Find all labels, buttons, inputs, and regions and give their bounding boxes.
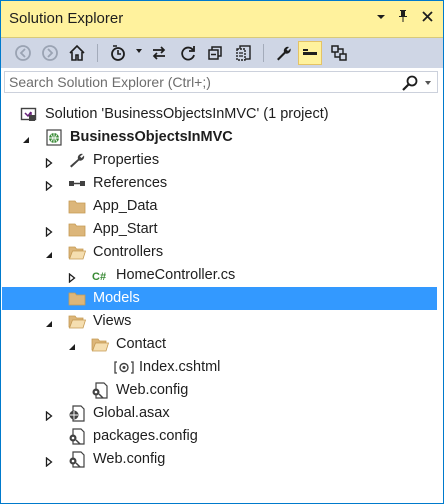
window-position-dropdown-icon[interactable]: [372, 9, 390, 27]
expanded-arrow-icon[interactable]: [44, 247, 54, 258]
web-project-icon: [45, 129, 63, 146]
tree-item-label: packages.config: [93, 428, 198, 444]
tree-item[interactable]: Web.config: [2, 448, 437, 471]
back-icon[interactable]: [11, 41, 35, 65]
tree-item-label: Models: [93, 290, 140, 306]
razor-file-icon: [114, 359, 134, 376]
config-file-icon: [68, 451, 86, 468]
collapse-all-icon[interactable]: [204, 41, 228, 65]
window-title: Solution Explorer: [9, 10, 124, 27]
tree-item-label: References: [93, 175, 168, 191]
home-icon[interactable]: [65, 41, 89, 65]
references-icon: [68, 175, 86, 192]
tree-item[interactable]: Web.config: [2, 379, 437, 402]
tree-item[interactable]: packages.config: [2, 425, 437, 448]
tree-item[interactable]: Models: [2, 287, 437, 310]
collapsed-arrow-icon[interactable]: [44, 178, 54, 192]
expanded-arrow-icon[interactable]: [21, 132, 31, 143]
folder-icon: [68, 198, 86, 215]
tree-item[interactable]: Properties: [2, 149, 437, 172]
config-file-icon: [68, 428, 86, 445]
preview-selected-items-icon[interactable]: [298, 41, 322, 65]
search-icon[interactable]: [401, 75, 419, 91]
refresh-icon[interactable]: [176, 41, 200, 65]
search-options-caret-icon[interactable]: [425, 81, 431, 85]
tree-item-label: Properties: [93, 152, 160, 168]
csharp-file-icon: C#: [91, 267, 109, 284]
tree-item-label: Solution 'BusinessObjectsInMVC' (1 proje…: [45, 106, 329, 122]
tree-item[interactable]: Solution 'BusinessObjectsInMVC' (1 proje…: [2, 103, 437, 126]
tree-item-label: BusinessObjectsInMVC: [70, 129, 233, 145]
solution-icon: [20, 106, 38, 123]
tree-item-label: Views: [93, 313, 132, 329]
forward-icon[interactable]: [38, 41, 62, 65]
tree-item[interactable]: Controllers: [2, 241, 437, 264]
tree-item[interactable]: App_Data: [2, 195, 437, 218]
tree-item-label: Web.config: [93, 451, 166, 467]
collapsed-arrow-icon[interactable]: [44, 224, 54, 238]
collapsed-arrow-icon[interactable]: [44, 454, 54, 468]
tree-item-label: Index.cshtml: [139, 359, 221, 375]
solution-explorer-window: Solution Explorer Search Solution Explor…: [0, 0, 444, 504]
tree-item[interactable]: Index.cshtml: [2, 356, 437, 379]
folder-open-icon: [68, 313, 87, 330]
title-bar[interactable]: Solution Explorer: [1, 1, 443, 38]
tree-item[interactable]: Global.asax: [2, 402, 437, 425]
collapsed-arrow-icon[interactable]: [44, 408, 54, 422]
svg-text:C#: C#: [92, 271, 106, 283]
config-file-icon: [91, 382, 109, 399]
sync-with-active-document-icon[interactable]: [147, 41, 171, 65]
class-view-icon[interactable]: [327, 41, 351, 65]
tree-item[interactable]: References: [2, 172, 437, 195]
tree-item-label: Web.config: [116, 382, 189, 398]
collapsed-arrow-icon[interactable]: [67, 270, 77, 284]
search-box: [4, 71, 438, 93]
tree-item[interactable]: BusinessObjectsInMVC: [2, 126, 437, 149]
tree-item[interactable]: Contact: [2, 333, 437, 356]
tree-item-label: App_Start: [93, 221, 158, 237]
collapsed-arrow-icon[interactable]: [44, 155, 54, 169]
tree-right-edge: [437, 94, 443, 503]
folder-icon: [68, 290, 86, 307]
folder-icon: [68, 221, 86, 238]
show-all-files-icon[interactable]: [232, 41, 256, 65]
auto-hide-pin-icon[interactable]: [394, 9, 412, 27]
tree-item[interactable]: App_Start: [2, 218, 437, 241]
tree-item-label: Contact: [116, 336, 166, 352]
tree-item[interactable]: Views: [2, 310, 437, 333]
wrench-icon: [68, 152, 86, 169]
expanded-arrow-icon[interactable]: [44, 316, 54, 327]
folder-open-icon: [68, 244, 87, 261]
tree-item-label: Controllers: [93, 244, 164, 260]
properties-wrench-icon[interactable]: [271, 41, 295, 65]
global-asax-icon: [68, 405, 86, 422]
folder-open-icon: [91, 336, 110, 353]
expanded-arrow-icon[interactable]: [67, 339, 77, 350]
toolbar: [1, 38, 443, 68]
tree-item-label: HomeController.cs: [116, 267, 236, 283]
search-input[interactable]: [9, 73, 389, 91]
tree-item-label: Global.asax: [93, 405, 170, 421]
tree-item-label: App_Data: [93, 198, 158, 214]
tree-item[interactable]: C# HomeController.cs: [2, 264, 437, 287]
pending-changes-filter-icon[interactable]: [106, 41, 130, 65]
close-icon[interactable]: [418, 9, 436, 27]
